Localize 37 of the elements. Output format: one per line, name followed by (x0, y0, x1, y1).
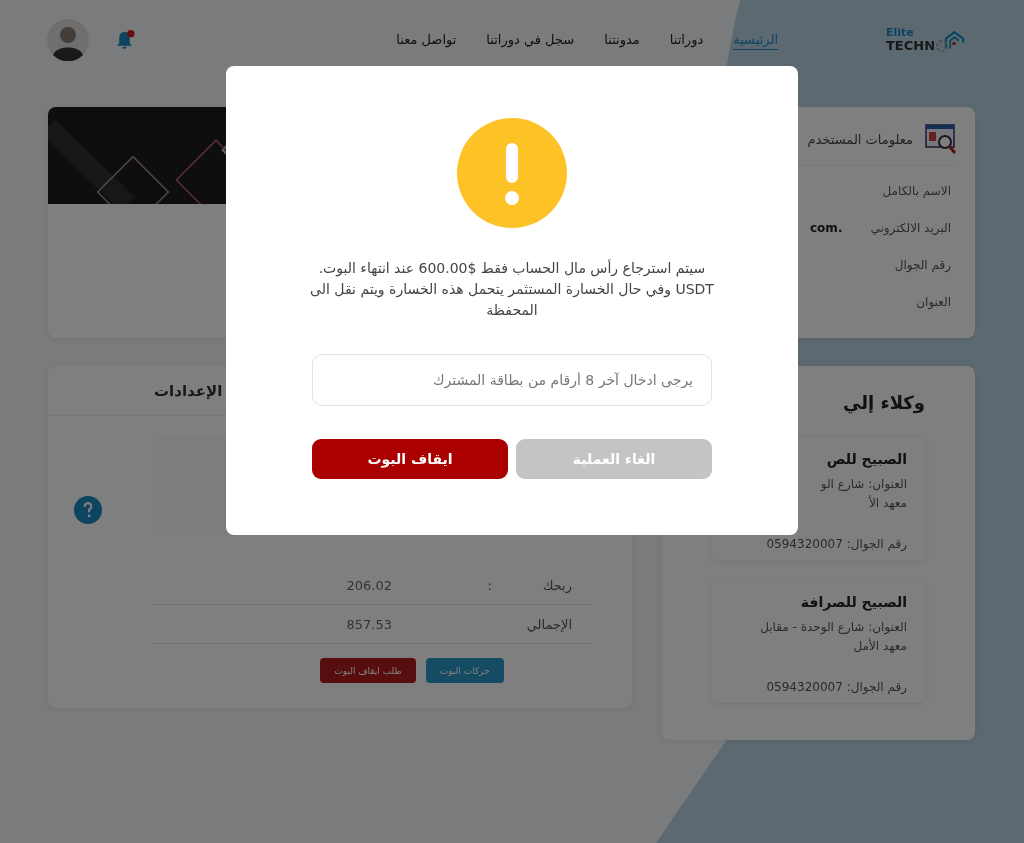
stat-label: الإجمالي (525, 616, 572, 632)
agent-phone: رقم الجوال: 0594320007 (765, 679, 907, 696)
agent-address: العنوان: شارع الو (819, 476, 907, 494)
settings-tab[interactable]: الإعدادات (154, 381, 223, 400)
bell-icon[interactable] (115, 30, 135, 50)
logo-text: Elite (886, 27, 915, 39)
card-title: معلومات المستخدم (807, 131, 913, 147)
small-button[interactable]: حركات البوت (425, 658, 504, 683)
stat-label: ربحك (541, 577, 572, 593)
small-button[interactable]: طلب ايقاف البوت (320, 658, 416, 683)
warning-icon (457, 118, 567, 228)
field-label: الاسم بالكامل (882, 183, 951, 198)
agent-address: معهد الأمل (852, 637, 907, 655)
field-label: العنوان (916, 294, 951, 309)
avatar (47, 19, 89, 61)
stat-value: 857.53 (346, 616, 392, 632)
agent-address: العنوان: شارع الوحدة - مقابل (759, 619, 907, 637)
stop-bot-button[interactable]: ايقاف البوت (312, 439, 508, 479)
nav-link[interactable]: سجل في دوراتنا (486, 30, 575, 50)
ring-icon (935, 39, 950, 53)
nav-link[interactable]: مدونتنا (604, 30, 640, 50)
logo-text: TECHN (886, 39, 936, 53)
stat-value: 206.02 (346, 577, 392, 593)
dialog-message: سيتم استرجاع رأس مال الحساب فقط $600.00 عند انتهاء البوت. USDT وفي حال الخسارة المستثمر يتحمل هذه الخسارة ويتم نقل الى المحفظة (309, 258, 715, 320)
id-card-search-icon (925, 123, 957, 155)
nav-link[interactable]: تواصل معنا (396, 30, 457, 50)
help-icon (74, 496, 102, 524)
agent-phone: رقم الجوال: 0594320007 (765, 536, 907, 553)
section-title: وكلاء إلي (842, 392, 925, 413)
stat-separator: : (486, 577, 492, 593)
field-label: البريد الالكتروني (870, 220, 951, 235)
agent-name: الصبيح للصرافة (799, 593, 907, 612)
agent-address: معهد الأ (867, 494, 907, 512)
agent-name: الصبيح للص (825, 450, 907, 469)
field-value: .com (810, 220, 843, 235)
nav-link[interactable]: دوراتنا (669, 30, 704, 50)
field-label: رقم الجوال (894, 257, 951, 272)
